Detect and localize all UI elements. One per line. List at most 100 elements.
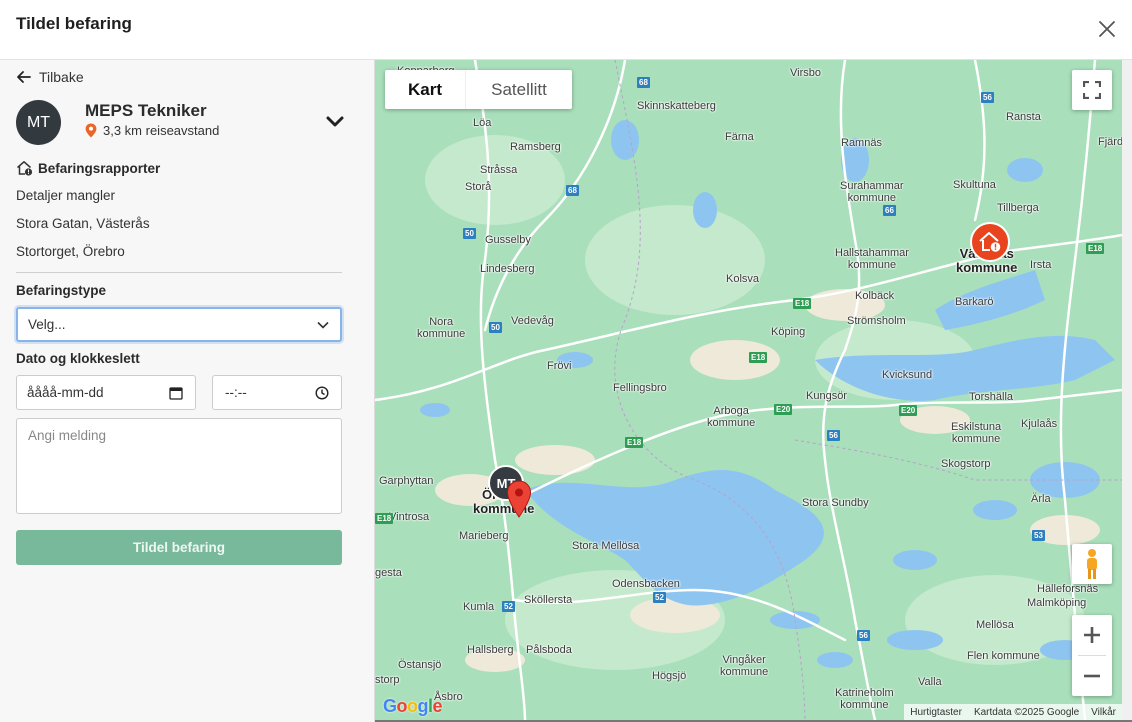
route-shield: 56 [827,430,840,441]
zoom-out-button[interactable] [1072,656,1112,696]
distance-label: 3,3 km reiseavstand [103,123,220,138]
assign-inspection-button[interactable]: Tildel befaring [16,530,342,565]
fullscreen-button[interactable] [1072,70,1112,110]
map-label: Lindesberg [480,263,535,275]
map-label: Ransta [1006,111,1041,123]
map-label: Vingåker kommune [720,654,769,678]
reports-heading-label: Befaringsrapporter [38,160,161,176]
map-label: Malmköping [1027,597,1087,609]
map-label: Valla [918,676,942,688]
map-label: Vintrosa [389,511,430,523]
report-item[interactable]: Stora Gatan, Västerås [16,216,150,231]
expand-technician-button[interactable] [324,110,346,132]
map-label: Färna [725,131,754,143]
chevron-down-icon [317,321,329,329]
street-view-pegman[interactable] [1072,544,1112,584]
route-shield: E20 [899,405,918,416]
map-label: Eskilstuna kommune [951,421,1002,445]
chevron-down-icon [326,116,344,127]
google-logo: Google [383,696,443,716]
route-shield: 56 [857,630,870,641]
divider [16,272,342,273]
assign-panel: Tilbake MT MEPS Tekniker 3,3 km reiseavs… [0,60,375,722]
map-label: Köping [771,326,806,338]
back-link[interactable]: Tilbake [16,69,84,85]
map[interactable]: Kopparberg Virsbo Ransta Fjärd Skinnskat… [375,60,1122,720]
message-placeholder: Angi melding [28,428,107,443]
route-shield: 68 [566,185,579,196]
reports-heading: Befaringsrapporter [16,160,160,176]
map-type-satellite-button[interactable]: Satellitt [465,70,572,109]
location-pin-icon [85,123,97,138]
pegman-icon [1087,549,1097,579]
date-placeholder: åååå-mm-dd [27,385,104,400]
map-label: Barkarö [955,296,994,308]
map-label: Skultuna [953,179,996,191]
map-label: gesta [375,567,402,579]
fullscreen-icon [1083,81,1101,99]
route-shield: 56 [981,92,994,103]
time-placeholder: --:-- [225,385,247,400]
map-label: Sköllersta [524,594,573,606]
close-button[interactable] [1094,16,1120,42]
clock-icon [315,386,329,400]
inspection-report-marker[interactable] [970,222,1010,262]
route-shield: 50 [489,322,502,333]
location-marker-icon[interactable] [506,480,532,518]
type-select[interactable]: Velg... [16,307,342,342]
map-label: Katrineholm kommune [835,687,894,711]
calendar-icon [169,387,183,400]
report-item[interactable]: Detaljer mangler [16,188,115,203]
map-label: Hallstahammar kommune [835,247,909,271]
map-label: Strömsholm [847,315,906,327]
map-type-map-button[interactable]: Kart [385,70,465,109]
map-label: Surahammar kommune [840,180,904,204]
route-shield: E18 [793,298,812,309]
map-label: Torshälla [969,391,1014,403]
keyboard-shortcuts-link[interactable]: Hurtigtaster [910,707,962,718]
map-data-label: Kartdata ©2025 Google [973,706,1080,718]
plus-icon [1084,627,1100,643]
map-label: Pålsboda [526,644,572,656]
time-input[interactable]: --:-- [212,375,342,410]
route-shield: E18 [749,352,768,363]
route-shield: E18 [375,513,394,524]
map-type-control: Kart Satellitt [385,70,572,109]
map-label: Fellingsbro [613,382,667,394]
zoom-control [1072,615,1112,696]
map-label: Kumla [463,601,495,613]
route-shield: 53 [1032,530,1045,541]
map-label: Odensbacken [612,578,680,590]
arrow-left-icon [17,71,31,83]
dialog-header: Tildel befaring [0,0,1132,60]
message-textarea[interactable]: Angi melding [16,418,342,514]
avatar: MT [16,100,61,145]
map-attribution: Hurtigtaster Kartdata ©2025 Google Vilkå… [904,704,1122,720]
route-shield: E18 [1086,243,1105,254]
scrollbar[interactable] [1122,60,1132,722]
close-icon [1099,21,1115,37]
map-label: Kolsva [726,273,760,285]
dialog-title: Tildel befaring [16,14,132,33]
technician-distance: 3,3 km reiseavstand [85,123,219,138]
map-label: Arboga kommune [707,405,756,429]
map-label: Gusselby [485,234,531,246]
date-input[interactable]: åååå-mm-dd [16,375,196,410]
route-shield: 66 [883,205,896,216]
map-label: Ramnäs [841,137,882,149]
zoom-in-button[interactable] [1072,615,1112,655]
map-label: Kolbäck [855,290,895,302]
report-item[interactable]: Stortorget, Örebro [16,244,125,259]
map-label: Skinnskatteberg [637,100,716,112]
google-logo-g: G [383,696,397,716]
route-shield: 68 [637,77,650,88]
route-shield: E20 [774,404,793,415]
map-label: Ärla [1031,493,1051,505]
type-select-value: Velg... [28,317,66,332]
datetime-label: Dato og klokkeslett [16,351,140,366]
map-label: Hälleforsnäs [1037,583,1099,595]
terms-link[interactable]: Vilkår [1091,707,1116,718]
map-label: Kvicksund [882,369,933,381]
map-label: Garphyttan [379,475,434,487]
map-label: Kungsör [806,390,847,402]
